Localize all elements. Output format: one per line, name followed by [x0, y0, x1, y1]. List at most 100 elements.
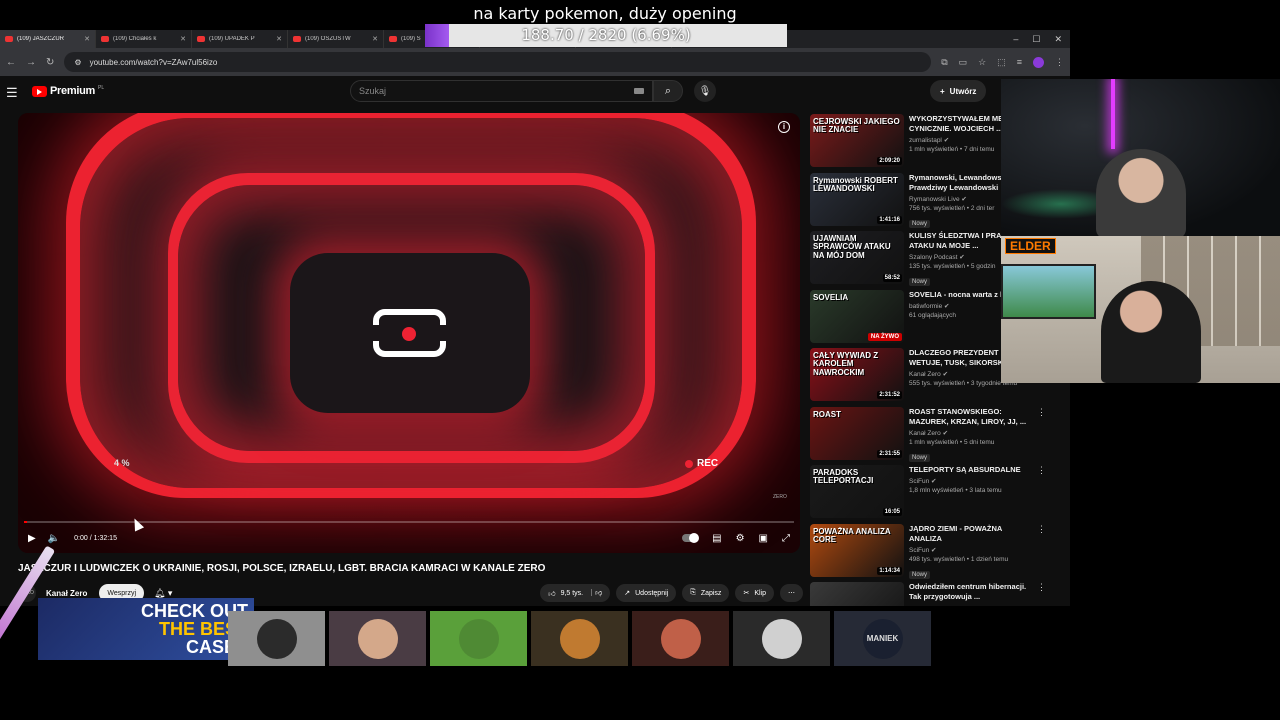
hamburger-menu-icon[interactable]: ☰ — [6, 85, 18, 101]
video-duration: 1:41:16 — [877, 215, 902, 224]
verified-icon: ✔ — [931, 546, 937, 554]
video-thumbnail[interactable]: UJAWNIAM SPRAWCÓW ATAKU NA MÓJ DOM 58:52 — [810, 231, 904, 284]
player-controls-right: ▤ ⚙ ▣ ⤢ — [682, 533, 790, 544]
channel-name[interactable]: Kanał Zero — [46, 589, 87, 598]
search-button[interactable]: ⌕ — [653, 80, 683, 102]
browser-menu-icon[interactable]: ⋮ — [1055, 57, 1064, 68]
browser-tab[interactable]: (109) OSZUSTW ✕ — [288, 30, 384, 48]
search-input[interactable] — [359, 86, 634, 96]
recommendation-title[interactable]: Odwiedziłem centrum hibernacji. Tak przy… — [909, 582, 1032, 602]
video-thumbnail[interactable]: POWAŻNA ANALIZA CORE 1:14:34 — [810, 523, 904, 577]
extension-icons: ⧉ ▭ ☆ ⬚ ≡ ⋮ — [941, 56, 1064, 68]
volume-icon[interactable]: 🔈 — [48, 533, 60, 544]
browser-tab[interactable]: (109) Chciałeś k ✕ — [96, 30, 192, 48]
site-info-icon[interactable]: ⚙ — [74, 58, 81, 67]
recommendation-channel[interactable]: Kanał Zero ✔ — [909, 429, 1032, 437]
url-field[interactable]: ⚙ youtube.com/watch?v=ZAw7ul56izo — [64, 52, 932, 72]
close-tab-icon[interactable]: ✕ — [84, 35, 90, 43]
browser-tab[interactable]: (109) JASZCZUR ✕ — [0, 30, 96, 48]
like-count: 9,5 tys. — [560, 589, 584, 597]
recommendation-channel[interactable]: SciFun ✔ — [909, 477, 1032, 485]
kebab-menu-icon[interactable]: ⋮ — [1037, 465, 1046, 524]
neon-light — [1111, 79, 1115, 149]
minimize-icon[interactable]: – — [1013, 34, 1018, 45]
scissors-icon: ✂ — [743, 590, 750, 597]
video-thumbnail[interactable]: SOVELIA NA ŻYWO — [810, 289, 904, 343]
miniplayer-icon[interactable]: ▣ — [759, 533, 768, 544]
play-icon[interactable]: ▶ — [28, 533, 36, 544]
recommendation-title[interactable]: JĄDRO ZIEMI - POWAŻNA ANALIZA — [909, 524, 1032, 544]
subtitles-icon[interactable]: ▤ — [712, 533, 721, 544]
close-tab-icon[interactable]: ✕ — [180, 35, 186, 43]
kebab-menu-icon[interactable]: ⋮ — [1037, 582, 1046, 606]
recommendation-title[interactable]: ROAST STANOWSKIEGO: MAZUREK, KRZAN, LIRO… — [909, 407, 1032, 427]
keyboard-icon[interactable] — [634, 88, 644, 94]
channel-watermark: ZERO — [773, 494, 787, 500]
screen: { "overlay": { "goal_title": "na karty p… — [0, 0, 1280, 720]
address-bar-row: ← → ↻ ⚙ youtube.com/watch?v=ZAw7ul56izo … — [0, 48, 1070, 76]
video-thumbnail[interactable]: CEJROWSKI JAKIEGO NIE ZNACIE 2:09:20 — [810, 114, 904, 167]
video-thumbnail[interactable]: CAŁY WYWIAD Z KAROLEM NAWROCKIM 2:31:52 — [810, 348, 904, 401]
cast-icon[interactable]: ▭ — [959, 57, 968, 68]
settings-gear-icon[interactable]: ⚙ — [736, 533, 745, 544]
video-frame: 4 % REC ZERO — [18, 113, 800, 553]
back-icon[interactable]: ← — [6, 57, 16, 68]
youtube-logo[interactable]: Premium PL — [32, 85, 104, 97]
thumbnail-text: CAŁY WYWIAD Z KAROLEM NAWROCKIM — [813, 351, 879, 377]
video-duration: 1:14:34 — [877, 566, 902, 575]
browser-tab[interactable]: (109) UPADEK P ✕ — [192, 30, 288, 48]
kebab-menu-icon[interactable]: ⋮ — [1037, 524, 1046, 583]
fullscreen-icon[interactable]: ⤢ — [782, 533, 790, 544]
share-button[interactable]: ↗ Udostępnij — [616, 584, 677, 602]
thumbnail-text: POWAŻNA ANALIZA CORE — [813, 526, 891, 544]
extensions-icon[interactable]: ⬚ — [997, 57, 1006, 68]
translate-icon[interactable]: ⧉ — [941, 57, 947, 68]
new-badge: Nowy — [909, 570, 931, 579]
reload-icon[interactable]: ↻ — [46, 57, 54, 68]
recommendation-item[interactable]: ROAST 2:31:55 ROAST STANOWSKIEGO: MAZUREK,… — [810, 406, 1046, 466]
emote-maniek: MANIEK — [834, 611, 931, 666]
save-button[interactable]: ⎘ Zapisz — [682, 584, 730, 602]
autoplay-toggle[interactable] — [682, 533, 700, 543]
recommendation-item[interactable]: POWAŻNA ANALIZA CORE 1:14:34 JĄDRO ZIEMI -… — [810, 523, 1046, 583]
thumbnail-text: SOVELIA — [813, 292, 849, 302]
bookmark-star-icon[interactable]: ☆ — [978, 57, 986, 68]
recommendation-stats: 1,8 mln wyświetleń • 3 lata temu — [909, 487, 1002, 495]
more-actions-button[interactable]: ⋯ — [780, 584, 803, 602]
video-thumbnail[interactable] — [810, 582, 904, 606]
webcam-streamer-2: ELDER — [1001, 236, 1280, 383]
clip-button[interactable]: ✂ Klip — [735, 584, 774, 602]
clip-label: Klip — [754, 589, 766, 597]
webcam-streamer-1 — [1001, 79, 1280, 236]
plus-icon: + — [940, 86, 945, 96]
recommendation-item[interactable]: PARADOKS TELEPORTACJI 16:05 TELEPORTY SĄ A… — [810, 465, 1046, 524]
recommendation-item[interactable]: Odwiedziłem centrum hibernacji. Tak przy… — [810, 582, 1046, 606]
video-thumbnail[interactable]: Rymanowski ROBERT LEWANDOWSKI 1:41:16 — [810, 172, 904, 226]
create-button[interactable]: + Utwórz — [930, 80, 987, 102]
close-window-icon[interactable]: ✕ — [1054, 34, 1062, 45]
video-thumbnail[interactable]: PARADOKS TELEPORTACJI 16:05 — [810, 465, 904, 518]
voice-search-button[interactable]: 🎙 — [694, 80, 716, 102]
media-icon[interactable]: ≡ — [1017, 57, 1022, 68]
like-button[interactable]: 👍︎ 9,5 tys. ｜👎︎ — [540, 584, 611, 602]
profile-avatar[interactable] — [1033, 56, 1044, 68]
close-tab-icon[interactable]: ✕ — [372, 35, 378, 43]
close-tab-icon[interactable]: ✕ — [276, 35, 282, 43]
verified-icon: ✔ — [931, 478, 937, 486]
forward-icon[interactable]: → — [26, 57, 36, 68]
tab-title: (109) UPADEK P — [209, 36, 255, 42]
maximize-icon[interactable]: ☐ — [1032, 34, 1040, 45]
video-duration: 16:05 — [882, 508, 902, 516]
kebab-menu-icon[interactable]: ⋮ — [1037, 407, 1046, 466]
recommendation-info: ROAST STANOWSKIEGO: MAZUREK, KRZAN, LIRO… — [909, 407, 1032, 466]
notification-bell-icon[interactable]: 🔔︎ ▾ — [154, 588, 172, 599]
recommendation-title[interactable]: TELEPORTY SĄ ABSURDALNE — [909, 465, 1032, 475]
thumbs-down-icon[interactable]: ｜👎︎ — [588, 588, 602, 598]
info-icon[interactable]: i — [778, 121, 790, 133]
video-thumbnail[interactable]: ROAST 2:31:55 — [810, 406, 904, 460]
verified-icon: ✔ — [943, 137, 950, 145]
thumbnail-text: ROAST — [813, 409, 841, 419]
recommendation-channel[interactable]: SciFun ✔ — [909, 546, 1032, 554]
video-player[interactable]: 4 % REC ZERO i ▶ 🔈 0:00 / 1:32:15 ▤ ⚙ ▣ … — [18, 113, 800, 553]
youtube-header: ☰ Premium PL ⌕ 🎙 + Utwórz — [0, 76, 1070, 106]
